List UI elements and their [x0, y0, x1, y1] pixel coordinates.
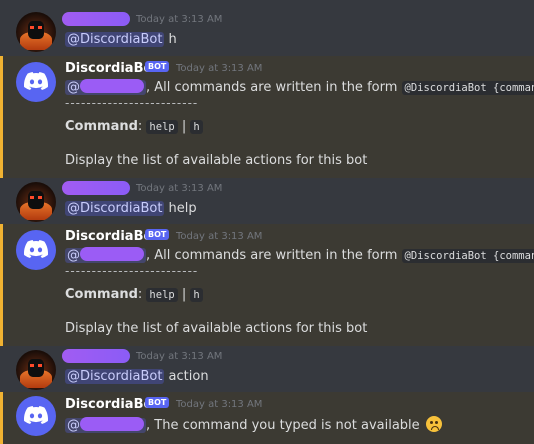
user-avatar[interactable] [16, 182, 56, 222]
timestamp: Today at 3:13 AM [176, 63, 263, 74]
redacted-username[interactable] [62, 12, 130, 26]
bot-badge: BOT [145, 229, 170, 240]
command-label: Command [65, 119, 138, 134]
timestamp: Today at 3:13 AM [136, 183, 223, 194]
bot-avatar[interactable] [16, 230, 56, 270]
discord-logo-icon [24, 406, 48, 424]
user-avatar[interactable] [16, 12, 56, 52]
message-text: help [164, 201, 197, 216]
bot-intro-line: @, All commands are written in the form … [65, 79, 534, 95]
redacted-username[interactable] [62, 349, 130, 363]
bot-mention[interactable]: @DiscordiaBot [65, 369, 165, 384]
message-bot-3: DiscordiaBot BOT Today at 3:13 AM @, The… [0, 392, 534, 444]
timestamp: Today at 3:13 AM [176, 231, 263, 242]
command-code: help [146, 288, 178, 302]
command-alias-code: h [190, 288, 203, 302]
bot-mention[interactable]: @DiscordiaBot [65, 32, 165, 47]
bot-mention[interactable]: @DiscordiaBot [65, 201, 165, 216]
command-code: help [146, 120, 178, 134]
separator-dashes: ------------------------- [65, 96, 199, 110]
bot-error-line: @, The command you typed is not availabl… [65, 416, 442, 433]
discord-logo-icon [24, 72, 48, 90]
message-content: @DiscordiaBot help [65, 201, 197, 216]
bot-avatar[interactable] [16, 62, 56, 102]
bot-avatar[interactable] [16, 396, 56, 436]
user-mention[interactable]: @ [65, 417, 146, 433]
intro-text: , All commands are written in the form [146, 248, 402, 263]
separator-dashes: ------------------------- [65, 264, 199, 278]
command-line: Command: help | h [65, 119, 203, 134]
message-content: @DiscordiaBot h [65, 32, 177, 47]
message-user-3: Today at 3:13 AM @DiscordiaBot action [0, 346, 534, 392]
error-text: , The command you typed is not available [146, 418, 420, 433]
slightly-frowning-face-icon [425, 416, 442, 432]
message-bot-2: DiscordiaBot BOT Today at 3:13 AM @, All… [0, 224, 534, 346]
command-form-code: @DiscordiaBot {command} [401, 249, 534, 263]
command-description: Display the list of available actions fo… [65, 153, 368, 168]
bot-badge: BOT [145, 61, 170, 72]
bot-intro-line: @, All commands are written in the form … [65, 247, 534, 263]
message-bot-1: DiscordiaBot BOT Today at 3:13 AM @, All… [0, 56, 534, 178]
discord-logo-icon [24, 240, 48, 258]
user-mention[interactable]: @ [65, 79, 146, 95]
command-line: Command: help | h [65, 287, 203, 302]
command-description: Display the list of available actions fo… [65, 321, 368, 336]
user-mention[interactable]: @ [65, 247, 146, 263]
message-text: action [164, 369, 209, 384]
timestamp: Today at 3:13 AM [136, 14, 223, 25]
command-form-code: @DiscordiaBot {command} [401, 81, 534, 95]
intro-text: , All commands are written in the form [146, 80, 402, 95]
message-user-2: Today at 3:13 AM @DiscordiaBot help [0, 178, 534, 224]
message-user-1: Today at 3:13 AM @DiscordiaBot h [0, 0, 534, 56]
command-label: Command [65, 287, 138, 302]
timestamp: Today at 3:13 AM [136, 351, 223, 362]
command-alias-code: h [190, 120, 203, 134]
message-content: @DiscordiaBot action [65, 369, 209, 384]
redacted-username[interactable] [62, 181, 130, 195]
bot-badge: BOT [145, 397, 170, 408]
user-avatar[interactable] [16, 350, 56, 390]
timestamp: Today at 3:13 AM [176, 399, 263, 410]
message-text: h [164, 32, 177, 47]
